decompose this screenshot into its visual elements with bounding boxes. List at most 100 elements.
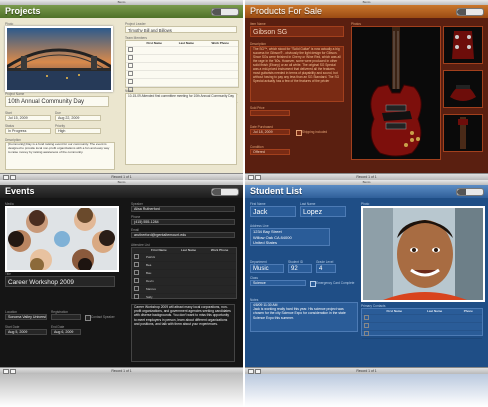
speaker-field[interactable]: Alisa Rutherford bbox=[131, 206, 235, 212]
notes-field[interactable]: 4/8/09 11:30 AM Jack is working really h… bbox=[250, 302, 358, 332]
view-switcher[interactable] bbox=[211, 8, 239, 16]
table-row[interactable]: Sally bbox=[132, 293, 236, 302]
table-cell bbox=[203, 269, 236, 278]
bridge-photo[interactable] bbox=[5, 26, 113, 92]
group-photo[interactable] bbox=[5, 206, 119, 272]
form-header: Products For Sale bbox=[245, 5, 488, 18]
row-checkbox[interactable] bbox=[126, 70, 138, 79]
sold-price-field[interactable] bbox=[250, 110, 290, 116]
thumbnail[interactable] bbox=[443, 114, 483, 152]
row-checkbox[interactable] bbox=[362, 322, 374, 331]
form-header: Student List bbox=[245, 185, 488, 198]
address-field[interactable]: 1234 Bay Street Willow Oak CA 84000 Unit… bbox=[250, 228, 330, 246]
form-header: Projects bbox=[0, 5, 243, 18]
table-row[interactable] bbox=[126, 54, 238, 63]
event-description[interactable]: Career Workshop 2009 will attract many l… bbox=[131, 304, 235, 362]
table-row[interactable]: Devin bbox=[132, 277, 236, 286]
table-cell bbox=[414, 330, 455, 339]
row-checkbox[interactable] bbox=[362, 314, 374, 323]
events-window: Bento Events Media Title Career Workshop… bbox=[0, 180, 243, 374]
class-field[interactable]: Science bbox=[250, 280, 306, 286]
row-checkbox[interactable] bbox=[126, 46, 138, 55]
description-field[interactable]: The SG™, which stood for "Solid Guitar" … bbox=[250, 46, 344, 102]
view-switcher[interactable] bbox=[211, 188, 239, 196]
table-row[interactable]: Bea bbox=[132, 261, 236, 270]
contact-speaker-label: Contact Speaker bbox=[91, 315, 115, 319]
due-field[interactable]: Aug 22, 2009 bbox=[55, 115, 101, 121]
table-cell bbox=[202, 78, 238, 87]
condition-field[interactable]: Offered bbox=[250, 149, 290, 155]
view-switcher[interactable] bbox=[456, 188, 484, 196]
bento-template-collage: Bento Projects Photo Project Name 10th A… bbox=[0, 0, 488, 374]
table-row[interactable]: Patrick bbox=[132, 253, 236, 262]
thumbnail[interactable] bbox=[443, 70, 483, 108]
table-cell bbox=[374, 330, 415, 339]
students-window: Bento Student List First Name Jack Last … bbox=[245, 180, 488, 374]
grade-field[interactable]: 4 bbox=[316, 264, 336, 273]
row-checkbox[interactable] bbox=[126, 54, 138, 63]
form-title: Student List bbox=[250, 186, 302, 196]
table-row[interactable] bbox=[126, 70, 238, 79]
row-checkbox[interactable] bbox=[132, 293, 144, 302]
student-photo[interactable] bbox=[361, 206, 485, 302]
row-checkbox[interactable] bbox=[362, 330, 374, 339]
emergency-card-label: Emergency Card Complete bbox=[316, 281, 355, 285]
table-cell bbox=[203, 277, 236, 286]
table-row[interactable] bbox=[362, 322, 482, 331]
table-cell bbox=[202, 70, 238, 79]
department-field[interactable]: Music bbox=[250, 264, 284, 273]
notes-field[interactable]: 10-15-09 Attended first committee meetin… bbox=[125, 93, 237, 165]
table-row[interactable] bbox=[362, 330, 482, 339]
primary-contacts-table[interactable]: First Name Last Name Phone bbox=[361, 308, 483, 339]
table-cell bbox=[138, 62, 171, 71]
registration-field[interactable] bbox=[51, 314, 81, 320]
table-cell bbox=[203, 293, 236, 302]
first-name-field[interactable]: Jack bbox=[250, 206, 296, 217]
date-purchased-field[interactable]: Jul 18, 2009 bbox=[250, 129, 290, 135]
table-cell bbox=[414, 322, 455, 331]
status-select[interactable]: In Progress bbox=[5, 128, 51, 134]
event-title-field[interactable]: Career Workshop 2009 bbox=[5, 276, 115, 287]
end-date-field[interactable]: Aug 6, 2009 bbox=[51, 329, 81, 335]
thumbnail[interactable] bbox=[443, 26, 483, 64]
row-checkbox[interactable] bbox=[132, 277, 144, 286]
table-cell bbox=[414, 314, 455, 323]
last-name-field[interactable]: Lopez bbox=[300, 206, 346, 217]
row-checkbox[interactable] bbox=[126, 78, 138, 87]
phone-field[interactable]: (415) 555-1284 bbox=[131, 219, 235, 225]
project-leader-field[interactable]: Timothy Bill and Billows bbox=[125, 26, 237, 33]
location-field[interactable]: Sonoma Valley University bbox=[5, 314, 47, 320]
row-checkbox[interactable] bbox=[126, 62, 138, 71]
table-row[interactable]: Marcus bbox=[132, 285, 236, 294]
view-switcher[interactable] bbox=[456, 8, 484, 16]
table-cell: Bau bbox=[144, 269, 174, 278]
record-count: Record 1 of 1 bbox=[111, 369, 132, 373]
row-checkbox[interactable] bbox=[132, 261, 144, 270]
row-checkbox[interactable] bbox=[132, 285, 144, 294]
table-row[interactable]: Bau bbox=[132, 269, 236, 278]
row-checkbox[interactable] bbox=[132, 269, 144, 278]
table-row[interactable] bbox=[126, 78, 238, 87]
status-bar: Record 1 of 1 bbox=[245, 173, 488, 180]
start-field[interactable]: Jul 15, 2009 bbox=[5, 115, 51, 121]
projects-window: Bento Projects Photo Project Name 10th A… bbox=[0, 0, 243, 180]
row-checkbox[interactable] bbox=[132, 253, 144, 262]
shipping-label: Shipping included bbox=[302, 130, 328, 134]
guitar-photo[interactable] bbox=[351, 26, 441, 160]
table-row[interactable] bbox=[126, 46, 238, 55]
email-field[interactable]: arutherford@rgentaltemount.edu bbox=[131, 232, 235, 238]
table-cell: Devin bbox=[144, 277, 174, 286]
description-field[interactable]: [Community] Day is a fund raising event … bbox=[5, 142, 115, 170]
table-cell: Marcus bbox=[144, 285, 174, 294]
project-name-field[interactable]: 10th Annual Community Day bbox=[5, 96, 109, 107]
start-date-field[interactable]: Aug 5, 2009 bbox=[5, 329, 47, 335]
team-members-table[interactable]: First Name Last Name Work Phone bbox=[125, 40, 239, 103]
priority-select[interactable]: High bbox=[55, 128, 101, 134]
item-name-field[interactable]: Gibson SG bbox=[250, 26, 344, 37]
attendee-table[interactable]: First Name Last Name Work Phone Patrick Bea… bbox=[131, 247, 237, 302]
notes-text: 10-15-09 Attended first committee meetin… bbox=[128, 94, 234, 98]
student-id-field[interactable]: 92 bbox=[288, 264, 312, 273]
reflection bbox=[0, 374, 488, 407]
table-row[interactable] bbox=[126, 62, 238, 71]
table-row[interactable] bbox=[362, 314, 482, 323]
